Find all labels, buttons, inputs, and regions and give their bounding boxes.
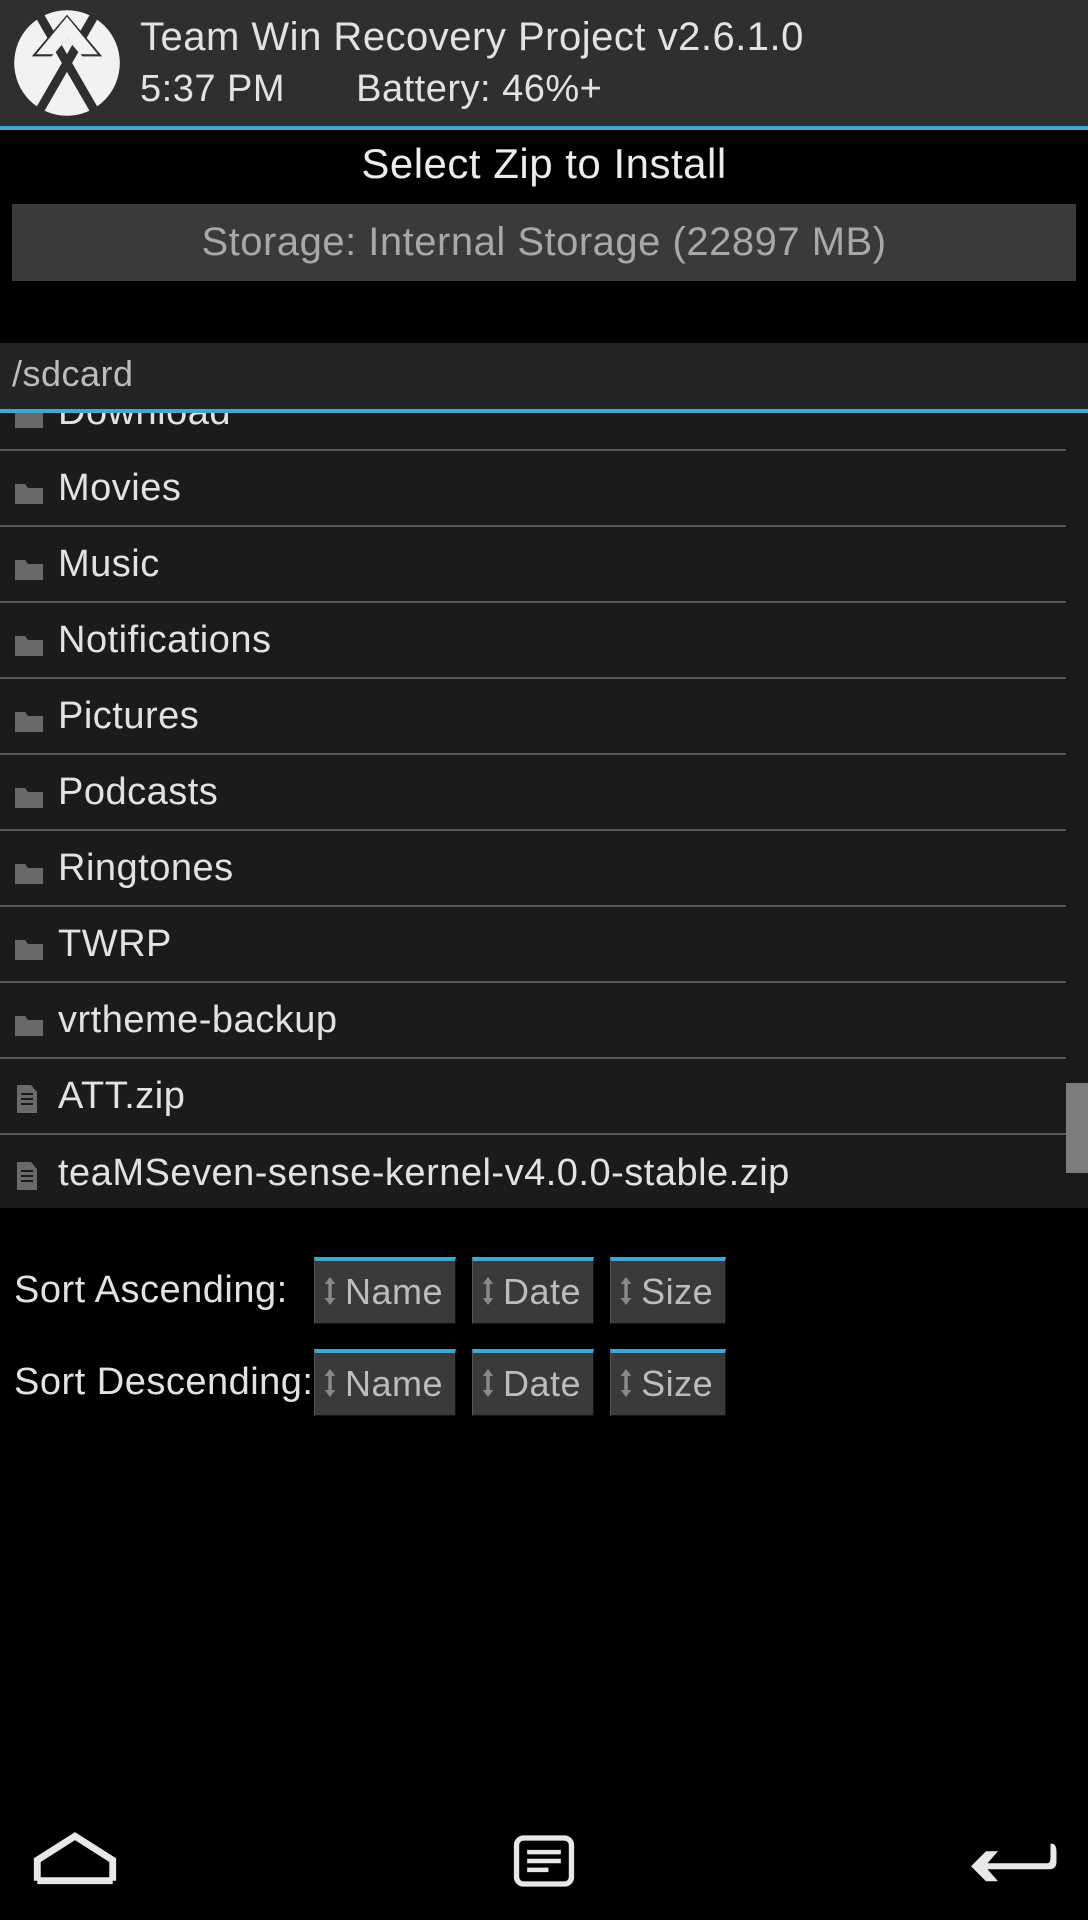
header-bar: Team Win Recovery Project v2.6.1.0 5:37 … — [0, 0, 1088, 130]
file-name-label: Movies — [58, 467, 181, 510]
sort-button-label: Size — [641, 1271, 713, 1313]
status-line: 5:37 PM Battery: 46%+ — [140, 68, 804, 111]
sort-button-label: Date — [503, 1363, 581, 1405]
console-icon — [513, 1834, 575, 1888]
folder-icon — [14, 625, 44, 655]
sort-button-label: Name — [345, 1363, 443, 1405]
folder-icon — [14, 853, 44, 883]
file-name-label: Music — [58, 543, 160, 586]
twrp-logo-icon — [12, 8, 122, 118]
file-name-label: Ringtones — [58, 847, 234, 890]
file-name-label: Notifications — [58, 619, 271, 662]
folder-icon — [14, 701, 44, 731]
file-name-label: ATT.zip — [58, 1075, 185, 1118]
sort-desc-size-button[interactable]: Size — [610, 1349, 726, 1416]
folder-icon — [14, 777, 44, 807]
folder-item[interactable]: Movies — [0, 451, 1066, 527]
folder-item[interactable]: Notifications — [0, 603, 1066, 679]
sort-asc-name-button[interactable]: Name — [314, 1257, 456, 1324]
current-path: /sdcard — [0, 343, 1088, 413]
folder-item[interactable]: Download — [0, 413, 1066, 451]
folder-item[interactable]: Podcasts — [0, 755, 1066, 831]
sort-arrows-icon — [619, 1366, 635, 1402]
sort-arrows-icon — [619, 1274, 635, 1310]
folder-icon — [14, 473, 44, 503]
sort-ascending-label: Sort Ascending: — [14, 1269, 314, 1312]
console-button[interactable] — [499, 1826, 589, 1896]
sort-button-label: Name — [345, 1271, 443, 1313]
home-icon — [30, 1831, 120, 1891]
folder-item[interactable]: TWRP — [0, 907, 1066, 983]
file-name-label: Podcasts — [58, 771, 218, 814]
folder-item[interactable]: vrtheme-backup — [0, 983, 1066, 1059]
sort-desc-date-button[interactable]: Date — [472, 1349, 594, 1416]
file-browser: Download Movies Music Notifications Pictures… — [0, 413, 1088, 1208]
app-title: Team Win Recovery Project v2.6.1.0 — [140, 15, 804, 60]
file-icon — [14, 1081, 44, 1111]
sort-controls: Sort Ascending: Name Date Size Sort Descen… — [0, 1253, 1088, 1419]
file-name-label: Pictures — [58, 695, 199, 738]
sort-asc-size-button[interactable]: Size — [610, 1257, 726, 1324]
file-name-label: vrtheme-backup — [58, 999, 337, 1042]
sort-arrows-icon — [323, 1274, 339, 1310]
back-button[interactable] — [968, 1826, 1058, 1896]
nav-bar — [0, 1802, 1088, 1920]
sort-desc-name-button[interactable]: Name — [314, 1349, 456, 1416]
sort-arrows-icon — [481, 1274, 497, 1310]
sort-arrows-icon — [323, 1366, 339, 1402]
file-name-label: Download — [58, 413, 231, 434]
storage-selector-button[interactable]: Storage: Internal Storage (22897 MB) — [12, 204, 1076, 281]
folder-item[interactable]: Music — [0, 527, 1066, 603]
sort-descending-row: Sort Descending: Name Date Size — [14, 1345, 1074, 1419]
file-item[interactable]: ATT.zip — [0, 1059, 1066, 1135]
folder-icon — [14, 929, 44, 959]
page-title: Select Zip to Install — [0, 130, 1088, 204]
sort-ascending-row: Sort Ascending: Name Date Size — [14, 1253, 1074, 1327]
folder-item[interactable]: Ringtones — [0, 831, 1066, 907]
sort-arrows-icon — [481, 1366, 497, 1402]
file-name-label: TWRP — [58, 923, 172, 966]
file-item[interactable]: teaMSeven-sense-kernel-v4.0.0-stable.zip — [0, 1135, 1066, 1208]
back-icon — [968, 1831, 1058, 1891]
folder-item[interactable]: Pictures — [0, 679, 1066, 755]
scrollbar-track[interactable] — [1066, 413, 1088, 1208]
folder-icon — [14, 549, 44, 579]
folder-icon — [14, 1005, 44, 1035]
battery-status: Battery: 46%+ — [356, 68, 602, 110]
scrollbar-thumb[interactable] — [1066, 1083, 1088, 1173]
sort-asc-date-button[interactable]: Date — [472, 1257, 594, 1324]
file-name-label: teaMSeven-sense-kernel-v4.0.0-stable.zip — [58, 1152, 790, 1195]
home-button[interactable] — [30, 1826, 120, 1896]
file-icon — [14, 1158, 44, 1188]
sort-descending-label: Sort Descending: — [14, 1361, 314, 1404]
sort-button-label: Size — [641, 1363, 713, 1405]
folder-icon — [14, 413, 44, 427]
sort-button-label: Date — [503, 1271, 581, 1313]
clock: 5:37 PM — [140, 68, 285, 110]
